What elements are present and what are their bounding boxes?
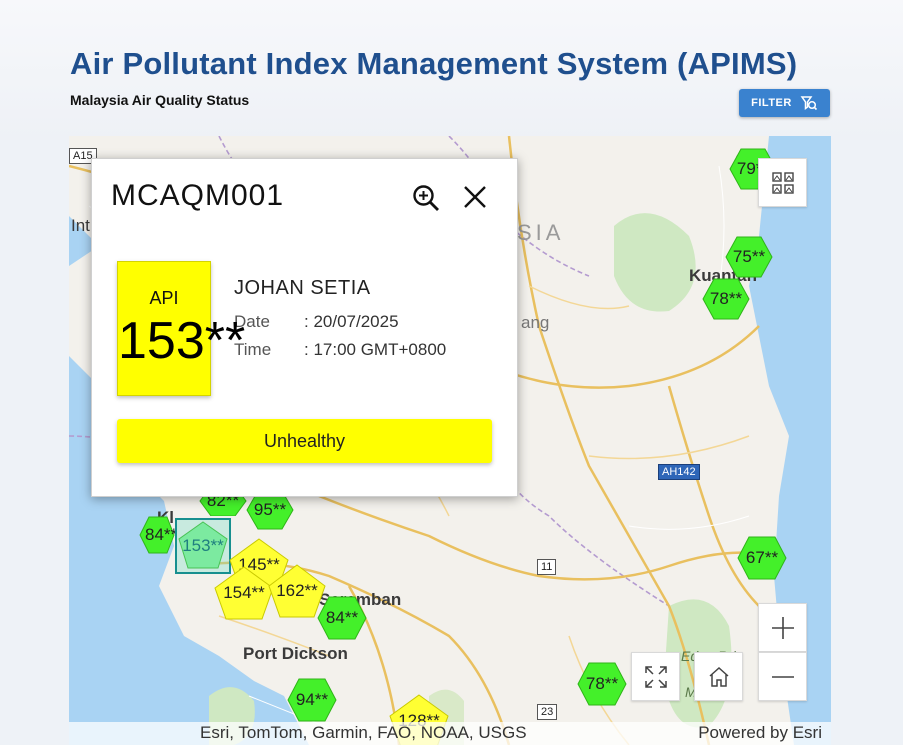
page-title: Air Pollutant Index Management System (A…	[70, 46, 798, 81]
basemap-gallery-icon	[771, 171, 794, 194]
home-icon	[709, 666, 728, 687]
page-subtitle: Malaysia Air Quality Status	[70, 92, 250, 108]
zoom-out-button[interactable]	[758, 652, 807, 701]
map-label-ang: ang	[521, 313, 550, 332]
powered-by-esri-link[interactable]: Powered by Esri	[698, 723, 822, 743]
road-shield-11: 11	[537, 559, 557, 575]
zoom-in-button[interactable]	[758, 603, 807, 652]
station-marker-value: 94**	[295, 690, 329, 709]
zoom-to-icon[interactable]	[412, 184, 440, 212]
filter-button[interactable]: FILTER	[739, 89, 830, 117]
map-attribution: Esri, TomTom, Garmin, FAO, NOAA, USGS Po…	[69, 722, 831, 745]
zoom-in-icon	[771, 616, 794, 639]
basemap-gallery-button[interactable]	[758, 158, 807, 207]
filter-button-label: FILTER	[751, 97, 792, 109]
map-label-port-dickson: Port Dickson	[243, 644, 348, 663]
station-marker[interactable]: 154**	[214, 566, 274, 620]
time-value: : 17:00 GMT+0800	[304, 340, 447, 359]
station-marker[interactable]: 84**	[317, 596, 367, 640]
station-marker-value: 78**	[585, 674, 619, 693]
map-label-int: Int	[71, 216, 90, 235]
fullscreen-button[interactable]	[631, 652, 680, 701]
station-marker-value: 67**	[745, 548, 779, 567]
date-value: : 20/07/2025	[304, 312, 399, 331]
station-marker[interactable]: 78**	[577, 662, 627, 706]
popup-station-id: MCAQM001	[111, 179, 285, 212]
api-label: API	[149, 288, 179, 308]
station-marker[interactable]: 75**	[725, 236, 773, 278]
station-marker-value: 84**	[325, 608, 359, 627]
road-shield-23: 23	[537, 704, 558, 720]
station-name: JOHAN SETIA	[234, 277, 371, 299]
station-marker-value: 78**	[709, 289, 743, 308]
station-marker[interactable]: 84**	[139, 516, 177, 554]
station-marker[interactable]: 67**	[737, 536, 787, 580]
map-label-sia: SIA	[517, 220, 565, 245]
api-value: 153**	[118, 312, 246, 370]
close-icon[interactable]	[462, 184, 488, 210]
attribution-sources: Esri, TomTom, Garmin, FAO, NOAA, USGS	[200, 723, 527, 742]
road-shield-ah142: AH142	[658, 464, 700, 480]
station-marker-value: 75**	[732, 247, 766, 266]
home-button[interactable]	[694, 652, 743, 701]
status-badge[interactable]: Unhealthy	[117, 419, 492, 463]
station-marker[interactable]: 94**	[287, 678, 337, 722]
filter-search-icon	[800, 96, 817, 111]
zoom-out-icon	[771, 675, 794, 678]
station-popup: MCAQM001 API 153** JOHAN SETIA Date : 20…	[91, 158, 518, 497]
station-marker[interactable]: 78**	[702, 278, 750, 320]
station-marker-value: 154**	[223, 583, 265, 602]
fullscreen-icon	[644, 665, 667, 688]
